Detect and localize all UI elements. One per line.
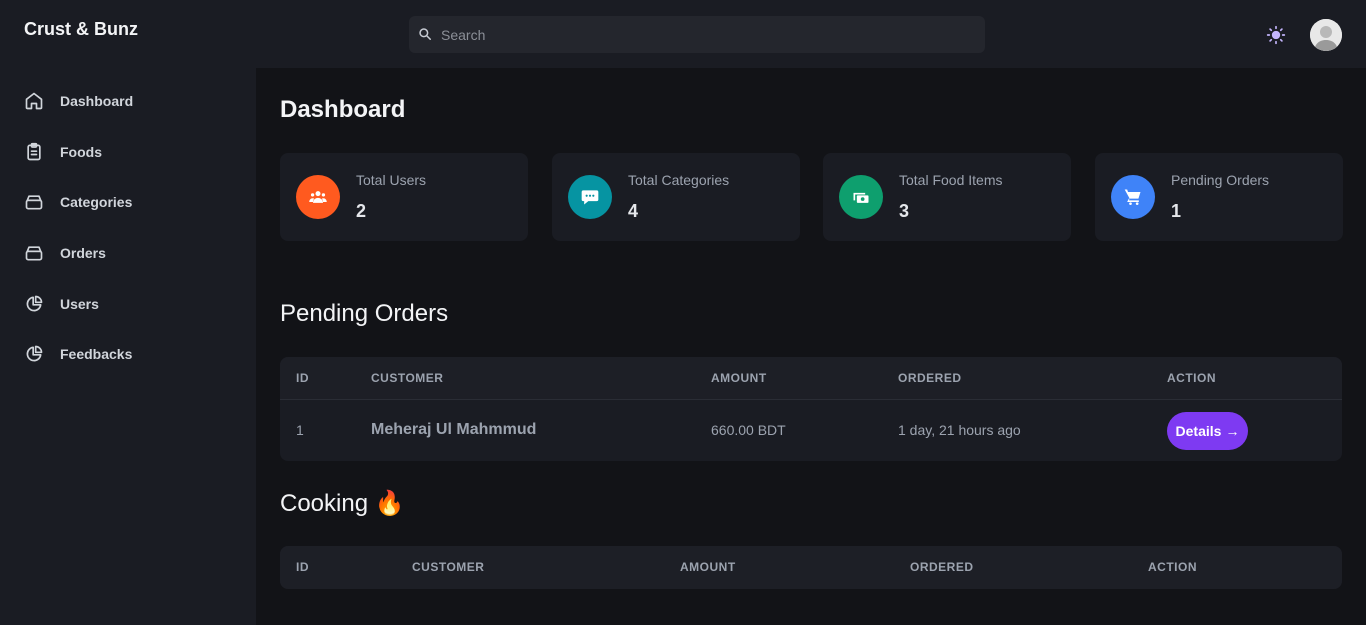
avatar[interactable] [1310, 19, 1342, 51]
home-icon [24, 91, 44, 111]
stat-value: 2 [356, 201, 367, 221]
order-time: 1 day, 21 hours ago [898, 422, 1021, 438]
sidebar-item-orders[interactable]: Orders [0, 228, 256, 279]
stat-card-categories: Total Categories 4 [552, 153, 800, 241]
pending-orders-table: ID CUSTOMER AMOUNT ORDERED ACTION 1 Mehe… [280, 357, 1342, 461]
column-header-id: ID [296, 560, 309, 574]
column-header-customer: CUSTOMER [371, 371, 444, 385]
clipboard-icon [24, 142, 44, 162]
column-header-action: ACTION [1148, 560, 1197, 574]
column-header-customer: CUSTOMER [412, 560, 485, 574]
stat-label: Pending Orders [1171, 172, 1270, 188]
column-header-action: ACTION [1167, 371, 1216, 385]
sidebar-item-label: Foods [60, 143, 102, 160]
stat-label: Total Users [356, 172, 427, 188]
stat-cards: Total Users 2 Total Categories 4 Total F… [280, 153, 1343, 241]
stat-value: 3 [899, 201, 910, 221]
sidebar-item-label: Orders [60, 245, 106, 262]
sidebar-item-categories[interactable]: Categories [0, 177, 256, 228]
search-input[interactable] [441, 16, 971, 53]
sidebar-item-users[interactable]: Users [0, 278, 256, 329]
stat-card-users: Total Users 2 [280, 153, 528, 241]
sidebar-item-label: Dashboard [60, 93, 134, 110]
stat-label: Total Food Items [899, 172, 1003, 188]
order-id: 1 [296, 422, 304, 438]
sidebar-item-dashboard[interactable]: Dashboard [0, 76, 256, 127]
pie-chart-icon [24, 344, 44, 364]
column-header-ordered: ORDERED [910, 560, 974, 574]
sidebar-item-label: Feedbacks [60, 346, 133, 363]
column-header-amount: AMOUNT [711, 371, 767, 385]
stat-label: Total Categories [628, 172, 730, 188]
brand-logo[interactable]: Crust & Bunz [24, 19, 138, 40]
stat-value: 1 [1171, 201, 1182, 221]
top-header [256, 0, 1366, 68]
details-button-label: Details [1175, 423, 1222, 439]
stat-card-pending-orders: Pending Orders 1 [1095, 153, 1343, 241]
page-title: Dashboard [280, 96, 406, 123]
column-header-ordered: ORDERED [898, 371, 962, 385]
archive-icon [24, 192, 44, 212]
users-icon [296, 175, 340, 219]
pending-orders-title: Pending Orders [280, 300, 449, 327]
table-header: ID CUSTOMER AMOUNT ORDERED ACTION [280, 546, 1342, 589]
table-row: 1 Meheraj Ul Mahmmud 660.00 BDT 1 day, 2… [280, 400, 1342, 461]
stat-value: 4 [628, 201, 639, 221]
sidebar: Crust & Bunz Dashboard Foods Categories … [0, 0, 256, 625]
search-bar [409, 16, 985, 53]
sidebar-item-foods[interactable]: Foods [0, 127, 256, 178]
sun-icon[interactable] [1266, 25, 1286, 45]
pie-chart-icon [24, 294, 44, 314]
customer-name: Meheraj Ul Mahmmud [371, 421, 537, 438]
column-header-id: ID [296, 371, 309, 385]
archive-icon [24, 243, 44, 263]
column-header-amount: AMOUNT [680, 560, 736, 574]
details-button[interactable]: Details → [1167, 412, 1248, 450]
chat-icon [568, 175, 612, 219]
cooking-table: ID CUSTOMER AMOUNT ORDERED ACTION [280, 546, 1342, 589]
arrow-right-icon: → [1225, 423, 1240, 439]
sidebar-nav: Dashboard Foods Categories Orders Users [0, 76, 256, 380]
cash-icon [839, 175, 883, 219]
order-amount: 660.00 BDT [711, 422, 786, 438]
search-icon [419, 28, 432, 41]
sidebar-item-label: Users [60, 295, 99, 312]
table-header: ID CUSTOMER AMOUNT ORDERED ACTION [280, 357, 1342, 400]
sidebar-item-label: Categories [60, 194, 133, 211]
stat-card-food-items: Total Food Items 3 [823, 153, 1071, 241]
sidebar-item-feedbacks[interactable]: Feedbacks [0, 329, 256, 380]
cooking-title: Cooking 🔥 [280, 490, 405, 517]
cart-icon [1111, 175, 1155, 219]
